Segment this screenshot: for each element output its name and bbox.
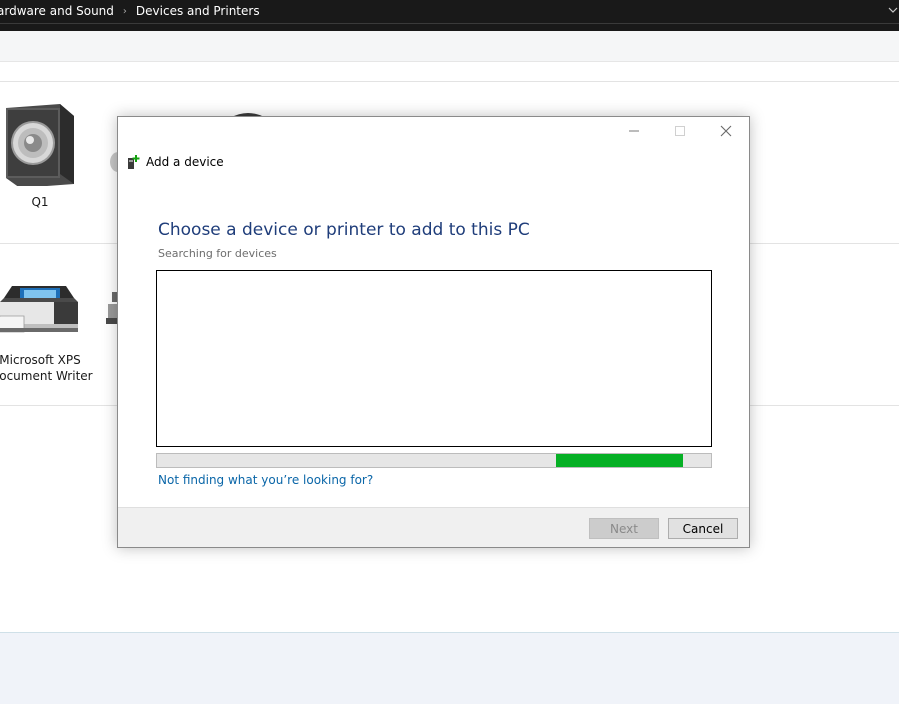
address-bar-divider [0,23,899,24]
device-results-list[interactable] [156,270,712,447]
search-status: Searching for devices [158,247,277,260]
address-bar[interactable]: ardware and Sound › Devices and Printers [0,0,899,31]
next-button[interactable]: Next [589,518,659,539]
add-device-dialog: Add a device Choose a device or printer … [117,116,750,548]
main-instruction: Choose a device or printer to add to thi… [158,220,530,240]
progress-indicator [556,454,683,467]
breadcrumb-devices-and-printers[interactable]: Devices and Printers [136,4,260,18]
dialog-footer: Next Cancel [118,507,749,547]
device-label-line-2: Document Writer [0,369,93,383]
address-dropdown-icon[interactable] [888,3,898,17]
speaker-icon [6,104,74,188]
window-frame-bottom [0,632,899,704]
close-button[interactable] [703,117,749,145]
close-icon [720,125,732,137]
device-label-line-1: Microsoft XPS [0,353,81,367]
breadcrumb-chevron-icon[interactable]: › [123,6,127,17]
breadcrumb-hardware-and-sound[interactable]: ardware and Sound [0,4,114,18]
printer-icon [0,286,78,333]
search-progress-bar [156,453,712,468]
command-bar [0,31,899,62]
not-finding-link[interactable]: Not finding what you’re looking for? [158,473,373,487]
minimize-icon [629,130,639,132]
device-microsoft-xps-document-writer[interactable]: Microsoft XPS Document Writer [0,280,93,384]
dialog-header: Add a device [127,154,224,170]
device-label-q1: Q1 [31,195,49,209]
maximize-icon [675,126,685,136]
breadcrumb: ardware and Sound › Devices and Printers [0,1,260,21]
device-q1[interactable]: Q1 [0,100,80,210]
dialog-title: Add a device [146,155,224,169]
device-label-xps: Microsoft XPS Document Writer [0,352,93,384]
dialog-title-bar[interactable] [118,117,749,145]
maximize-button[interactable] [657,117,703,145]
add-device-icon [128,155,140,169]
cancel-button[interactable]: Cancel [668,518,738,539]
minimize-button[interactable] [611,117,657,145]
group-divider [0,81,899,82]
